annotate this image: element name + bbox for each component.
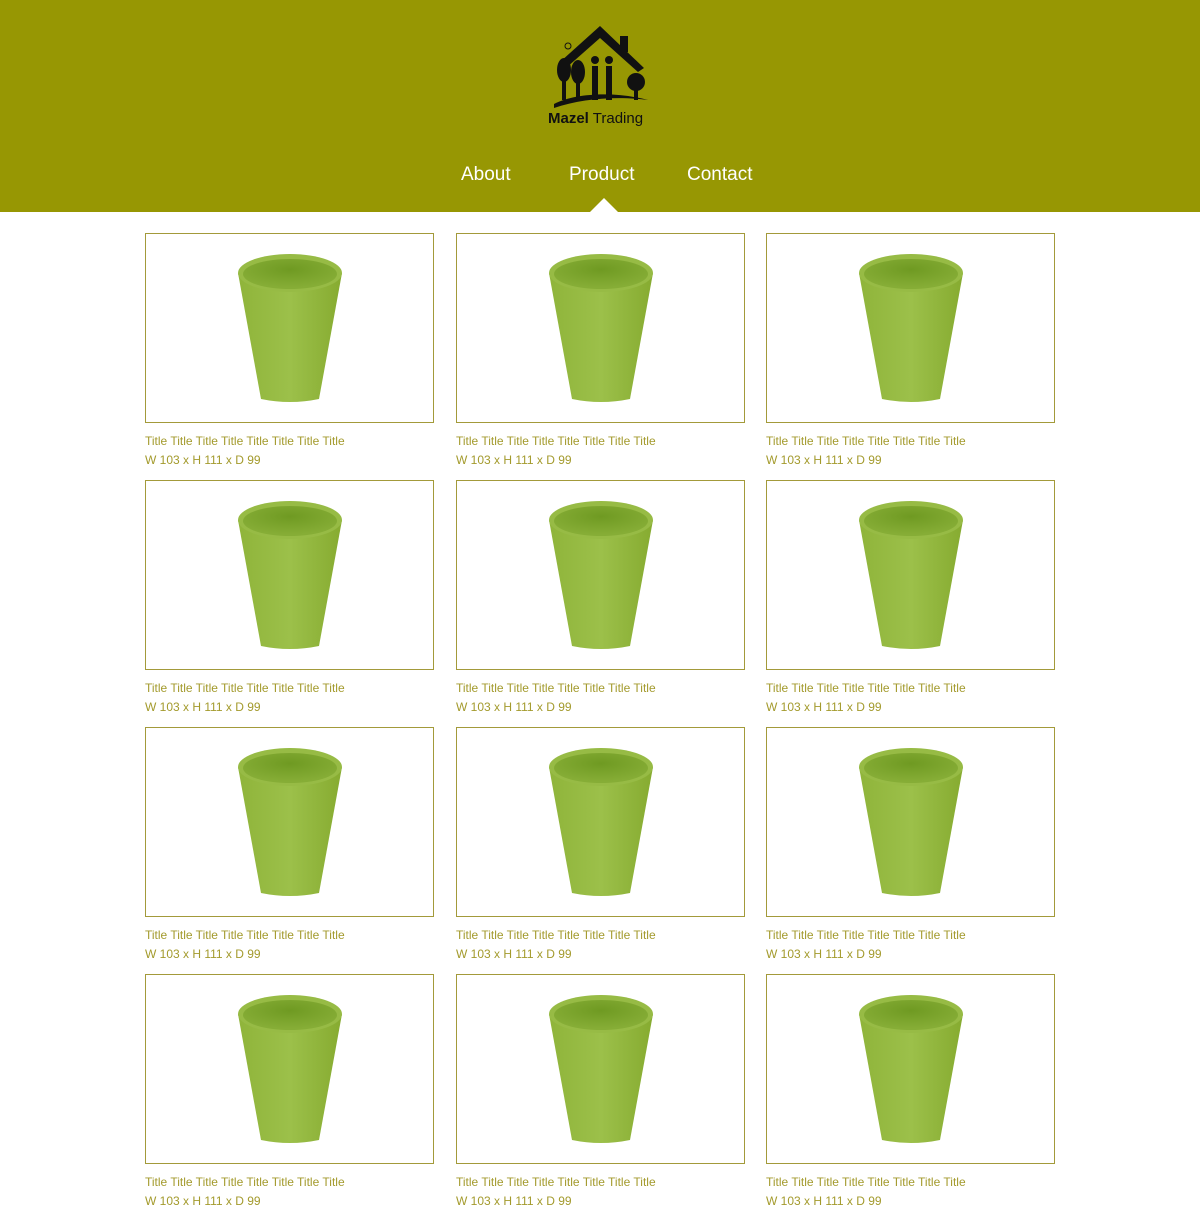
product-card[interactable]: Title Title Title Title Title Title Titl…: [456, 727, 745, 967]
product-title[interactable]: Title Title Title Title Title Title Titl…: [145, 679, 434, 698]
product-dimensions: W 103 x H 111 x D 99: [145, 947, 261, 961]
product-title[interactable]: Title Title Title Title Title Title Titl…: [766, 679, 1055, 698]
product-title[interactable]: Title Title Title Title Title Title Titl…: [766, 926, 1055, 945]
product-image-frame[interactable]: [456, 974, 745, 1164]
nav-item-contact[interactable]: Contact: [687, 164, 752, 186]
product-image-frame[interactable]: [145, 480, 434, 670]
product-card[interactable]: Title Title Title Title Title Title Titl…: [456, 974, 745, 1214]
product-dimensions: W 103 x H 111 x D 99: [456, 700, 572, 714]
product-title[interactable]: Title Title Title Title Title Title Titl…: [766, 1173, 1055, 1192]
product-dimensions: W 103 x H 111 x D 99: [766, 453, 882, 467]
product-card[interactable]: Title Title Title Title Title Title Titl…: [766, 727, 1055, 967]
product-title[interactable]: Title Title Title Title Title Title Titl…: [456, 679, 745, 698]
product-dimensions: W 103 x H 111 x D 99: [145, 453, 261, 467]
green-cup-image: [549, 748, 653, 896]
product-card[interactable]: Title Title Title Title Title Title Titl…: [456, 233, 745, 473]
product-image-frame[interactable]: [456, 480, 745, 670]
main-nav: About Product Contact: [0, 164, 1200, 190]
product-card[interactable]: Title Title Title Title Title Title Titl…: [145, 480, 434, 720]
product-image-frame[interactable]: [145, 974, 434, 1164]
product-dimensions: W 103 x H 111 x D 99: [766, 1194, 882, 1208]
product-dimensions: W 103 x H 111 x D 99: [766, 947, 882, 961]
brand-name-bold: Mazel: [548, 110, 589, 127]
green-cup-image: [549, 995, 653, 1143]
product-dimensions: W 103 x H 111 x D 99: [456, 453, 572, 467]
green-cup-image: [238, 254, 342, 402]
product-image-frame[interactable]: [766, 233, 1055, 423]
site-header: Mazel Trading About Product Contact: [0, 0, 1200, 212]
nav-item-about[interactable]: About: [461, 164, 511, 186]
product-card[interactable]: Title Title Title Title Title Title Titl…: [145, 233, 434, 473]
product-title[interactable]: Title Title Title Title Title Title Titl…: [145, 926, 434, 945]
product-image-frame[interactable]: [145, 727, 434, 917]
product-dimensions: W 103 x H 111 x D 99: [456, 1194, 572, 1208]
product-title[interactable]: Title Title Title Title Title Title Titl…: [145, 432, 434, 451]
product-title[interactable]: Title Title Title Title Title Title Titl…: [456, 432, 745, 451]
green-cup-image: [549, 254, 653, 402]
product-card[interactable]: Title Title Title Title Title Title Titl…: [766, 233, 1055, 473]
green-cup-image: [859, 254, 963, 402]
product-image-frame[interactable]: [766, 727, 1055, 917]
product-dimensions: W 103 x H 111 x D 99: [145, 1194, 261, 1208]
product-dimensions: W 103 x H 111 x D 99: [766, 700, 882, 714]
brand-name-regular: Trading: [592, 110, 644, 127]
green-cup-image: [859, 501, 963, 649]
product-card[interactable]: Title Title Title Title Title Title Titl…: [145, 974, 434, 1214]
product-card[interactable]: Title Title Title Title Title Title Titl…: [456, 480, 745, 720]
product-title[interactable]: Title Title Title Title Title Title Titl…: [766, 432, 1055, 451]
green-cup-image: [859, 995, 963, 1143]
product-dimensions: W 103 x H 111 x D 99: [456, 947, 572, 961]
product-title[interactable]: Title Title Title Title Title Title Titl…: [456, 1173, 745, 1192]
green-cup-image: [238, 748, 342, 896]
green-cup-image: [238, 501, 342, 649]
active-nav-indicator: [590, 198, 618, 212]
product-image-frame[interactable]: [766, 974, 1055, 1164]
product-card[interactable]: Title Title Title Title Title Title Titl…: [145, 727, 434, 967]
product-image-frame[interactable]: [145, 233, 434, 423]
green-cup-image: [859, 748, 963, 896]
product-card[interactable]: Title Title Title Title Title Title Titl…: [766, 974, 1055, 1214]
product-title[interactable]: Title Title Title Title Title Title Titl…: [456, 926, 745, 945]
product-title[interactable]: Title Title Title Title Title Title Titl…: [145, 1173, 434, 1192]
product-card[interactable]: Title Title Title Title Title Title Titl…: [766, 480, 1055, 720]
product-image-frame[interactable]: [766, 480, 1055, 670]
green-cup-image: [238, 995, 342, 1143]
nav-item-product[interactable]: Product: [569, 164, 634, 186]
green-cup-image: [549, 501, 653, 649]
product-image-frame[interactable]: [456, 233, 745, 423]
product-dimensions: W 103 x H 111 x D 99: [145, 700, 261, 714]
brand-name: Mazel Trading: [548, 110, 658, 127]
product-image-frame[interactable]: [456, 727, 745, 917]
